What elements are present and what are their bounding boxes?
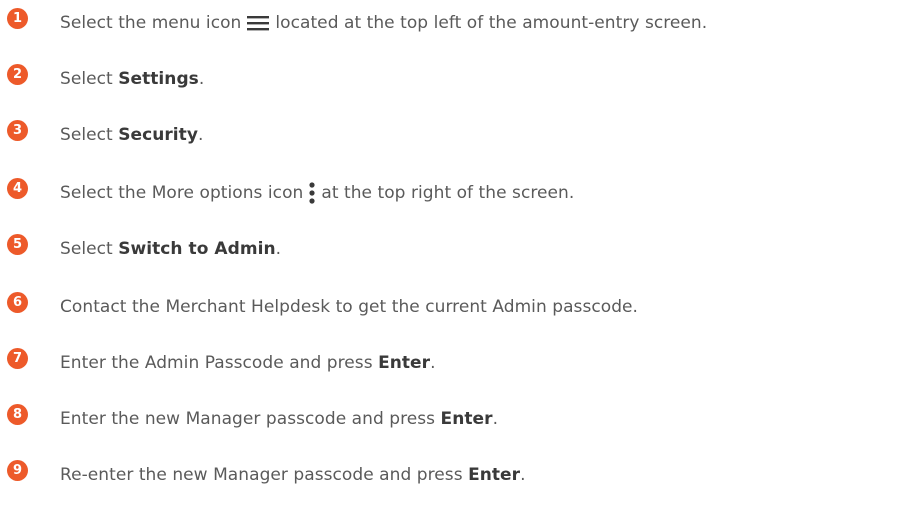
step-2: 2 Select Settings.: [7, 63, 205, 94]
step-number-badge: 3: [7, 119, 28, 141]
step-text: Select Switch to Admin.: [60, 239, 282, 259]
step-9: 9 Re-enter the new Manager passcode and …: [7, 459, 526, 490]
step-text: Re-enter the new Manager passcode and pr…: [60, 465, 526, 485]
step-number-badge: 5: [7, 233, 28, 255]
step-5: 5 Select Switch to Admin.: [7, 233, 282, 264]
step-3: 3 Select Security.: [7, 119, 204, 150]
step-number-badge: 8: [7, 403, 28, 425]
step-keyword: Settings: [118, 69, 199, 89]
step-text: Select the menu icon located at the top …: [60, 13, 708, 33]
step-text: Select Settings.: [60, 69, 205, 89]
step-text: Select Security.: [60, 125, 204, 145]
step-7: 7 Enter the Admin Passcode and press Ent…: [7, 347, 436, 378]
step-number-badge: 2: [7, 63, 28, 85]
step-keyword: Switch to Admin: [118, 239, 276, 259]
step-keyword: Security: [118, 125, 198, 145]
step-text: Select the More options icon at the top …: [60, 182, 575, 204]
step-1: 1 Select the menu icon located at the to…: [7, 7, 708, 38]
step-text: Contact the Merchant Helpdesk to get the…: [60, 297, 639, 317]
step-6: 6 Contact the Merchant Helpdesk to get t…: [7, 291, 639, 322]
step-text: Enter the new Manager passcode and press…: [60, 409, 499, 429]
step-number-badge: 9: [7, 459, 28, 481]
step-number-badge: 7: [7, 347, 28, 369]
hamburger-menu-icon: [247, 15, 270, 31]
step-number-badge: 4: [7, 177, 28, 199]
step-keyword: Enter: [468, 465, 521, 485]
step-8: 8 Enter the new Manager passcode and pre…: [7, 403, 499, 434]
step-4: 4 Select the More options icon at the to…: [7, 177, 575, 208]
step-number-badge: 1: [7, 7, 28, 29]
step-keyword: Enter: [378, 353, 431, 373]
step-number-badge: 6: [7, 291, 28, 313]
step-keyword: Enter: [440, 409, 493, 429]
step-text: Enter the Admin Passcode and press Enter…: [60, 353, 436, 373]
more-options-icon: [309, 182, 315, 204]
